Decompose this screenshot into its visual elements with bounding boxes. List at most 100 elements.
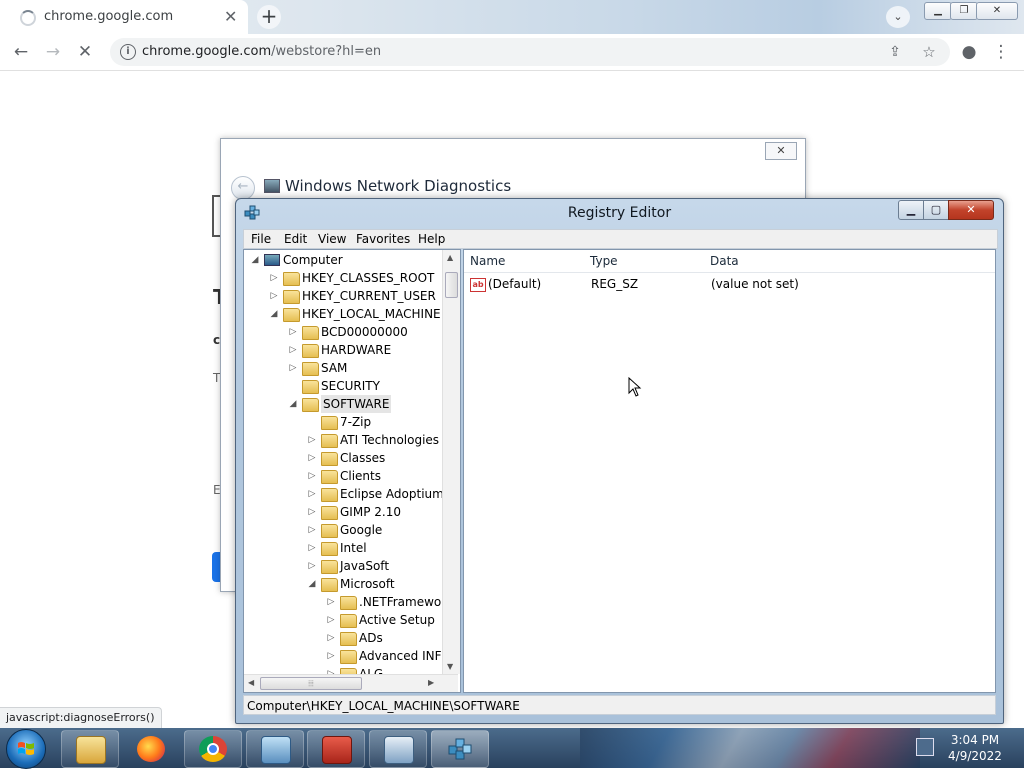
expanded-arrow-icon[interactable]: ◢ [250, 251, 260, 269]
browser-tab[interactable]: chrome.google.com ✕ [0, 0, 248, 34]
taskbar-firefox[interactable] [122, 730, 180, 768]
tree-node[interactable]: ◢ Microsoft [244, 575, 442, 593]
title-bar[interactable]: Registry Editor ▁ ▢ ✕ [236, 199, 1003, 227]
tree-node[interactable]: ▷ HKEY_CLASSES_ROOT [244, 269, 442, 287]
expanded-arrow-icon[interactable]: ◢ [288, 395, 298, 413]
tab-close-icon[interactable]: ✕ [224, 7, 237, 26]
bookmark-star-icon[interactable]: ☆ [918, 41, 940, 63]
share-icon[interactable]: ⇪ [884, 41, 906, 63]
column-name-header[interactable]: Name [464, 250, 585, 272]
tree-node[interactable]: ▷ Active Setup [244, 611, 442, 629]
menu-file[interactable]: File [251, 232, 271, 246]
tree-node[interactable]: 7-Zip [244, 413, 442, 431]
tree-node[interactable]: SECURITY [244, 377, 442, 395]
value-data: (value not set) [711, 277, 799, 291]
vertical-scrollbar[interactable]: ▲ ▼ [442, 250, 460, 674]
collapsed-arrow-icon[interactable]: ▷ [307, 449, 317, 467]
minimize-button[interactable]: ▁ [898, 200, 924, 220]
collapsed-arrow-icon[interactable]: ▷ [326, 611, 336, 629]
collapsed-arrow-icon[interactable]: ▷ [326, 593, 336, 611]
taskbar-chrome[interactable] [184, 730, 242, 768]
close-button[interactable]: ✕ [948, 200, 994, 220]
column-type-header[interactable]: Type [584, 250, 705, 272]
clock-time: 3:04 PM [950, 733, 1000, 747]
tree-node[interactable]: ▷ .NETFramewor [244, 593, 442, 611]
taskbar-control-panel[interactable] [246, 730, 304, 768]
tree-node[interactable]: ▷ HARDWARE [244, 341, 442, 359]
tree-node[interactable]: ▷ Intel [244, 539, 442, 557]
tree-node[interactable]: ◢ Computer [244, 251, 442, 269]
scroll-left-icon[interactable]: ◀ [248, 678, 254, 687]
start-button[interactable] [6, 729, 46, 769]
menu-view[interactable]: View [318, 232, 346, 246]
menu-edit[interactable]: Edit [284, 232, 307, 246]
collapsed-arrow-icon[interactable]: ▷ [269, 269, 279, 287]
collapsed-arrow-icon[interactable]: ▷ [288, 359, 298, 377]
collapsed-arrow-icon[interactable]: ▷ [326, 629, 336, 647]
tree-node[interactable]: ▷ BCD00000000 [244, 323, 442, 341]
collapsed-arrow-icon[interactable]: ▷ [307, 557, 317, 575]
registry-tree-pane[interactable]: ◢ Computer ▷ HKEY_CLASSES_ROOT ▷ HKEY_CURRENT… [243, 249, 461, 693]
collapsed-arrow-icon[interactable]: ▷ [269, 287, 279, 305]
tree-node[interactable]: ▷ ATI Technologies [244, 431, 442, 449]
tree-node[interactable]: ◢ SOFTWARE [244, 395, 442, 413]
back-arrow-icon[interactable]: ← [231, 176, 255, 200]
back-icon[interactable]: ← [10, 41, 32, 63]
collapsed-arrow-icon[interactable]: ▷ [288, 323, 298, 341]
tree-node[interactable]: ▷ GIMP 2.10 [244, 503, 442, 521]
collapsed-arrow-icon[interactable]: ▷ [307, 431, 317, 449]
tree-node[interactable]: ▷ ALG [244, 665, 442, 674]
tree-node[interactable]: ◢ HKEY_LOCAL_MACHINE [244, 305, 442, 323]
taskbar-registry-editor[interactable] [431, 730, 489, 768]
collapsed-arrow-icon[interactable]: ▷ [307, 485, 317, 503]
collapsed-arrow-icon[interactable]: ▷ [288, 341, 298, 359]
tree-node[interactable]: ▷ Advanced INF [244, 647, 442, 665]
collapsed-arrow-icon[interactable]: ▷ [307, 539, 317, 557]
collapsed-arrow-icon[interactable]: ▷ [326, 647, 336, 665]
tree-node[interactable]: ▷ ADs [244, 629, 442, 647]
scroll-up-icon[interactable]: ▲ [447, 253, 453, 262]
network-tray-icon[interactable] [916, 738, 934, 756]
tree-node-label: HARDWARE [321, 343, 392, 357]
minimize-button[interactable]: ▁ [924, 2, 952, 20]
site-info-icon[interactable]: i [120, 44, 136, 60]
collapsed-arrow-icon[interactable]: ▷ [307, 503, 317, 521]
forward-icon[interactable]: → [42, 41, 64, 63]
tree-node[interactable]: ▷ Google [244, 521, 442, 539]
menu-help[interactable]: Help [418, 232, 445, 246]
tree-node[interactable]: ▷ JavaSoft [244, 557, 442, 575]
taskbar-file-explorer[interactable] [61, 730, 119, 768]
new-tab-button[interactable]: + [257, 5, 281, 29]
taskbar-network-diagnostics[interactable] [369, 730, 427, 768]
expanded-arrow-icon[interactable]: ◢ [269, 305, 279, 323]
horizontal-scrollbar[interactable]: ◀ ⦙⦙⦙ ▶ [244, 674, 458, 692]
tree-node[interactable]: ▷ SAM [244, 359, 442, 377]
column-data-header[interactable]: Data [704, 250, 995, 272]
tree-node[interactable]: ▷ HKEY_CURRENT_USER [244, 287, 442, 305]
tree-node-label: Clients [340, 469, 381, 483]
close-button[interactable]: ✕ [765, 142, 797, 160]
restore-button[interactable]: ❐ [950, 2, 978, 20]
scroll-thumb[interactable]: ⦙⦙⦙ [260, 677, 362, 690]
system-clock[interactable]: 3:04 PM 4/9/2022 [940, 732, 1010, 764]
scroll-right-icon[interactable]: ▶ [428, 678, 434, 687]
registry-values-pane[interactable]: Name Type Data ab (Default) REG_SZ (valu… [463, 249, 996, 693]
scroll-down-icon[interactable]: ▼ [447, 662, 453, 671]
tree-node[interactable]: ▷ Classes [244, 449, 442, 467]
tree-node[interactable]: ▷ Eclipse Adoptium [244, 485, 442, 503]
menu-kebab-icon[interactable]: ⋮ [990, 41, 1012, 63]
maximize-button[interactable]: ▢ [923, 200, 949, 220]
taskbar-toolbox[interactable] [307, 730, 365, 768]
collapsed-arrow-icon[interactable]: ▷ [307, 521, 317, 539]
tab-search-icon[interactable]: ⌄ [886, 6, 910, 28]
scroll-thumb[interactable] [445, 272, 458, 298]
expanded-arrow-icon[interactable]: ◢ [307, 575, 317, 593]
collapsed-arrow-icon[interactable]: ▷ [307, 467, 317, 485]
menu-favorites[interactable]: Favorites [356, 232, 410, 246]
stop-loading-icon[interactable]: ✕ [74, 41, 96, 63]
profile-icon[interactable]: ● [958, 41, 980, 63]
tree-node[interactable]: ▷ Clients [244, 467, 442, 485]
close-button[interactable]: ✕ [976, 2, 1018, 20]
address-bar[interactable]: i chrome.google.com/webstore?hl=en ⇪ ☆ [110, 38, 950, 66]
collapsed-arrow-icon[interactable]: ▷ [326, 665, 336, 674]
